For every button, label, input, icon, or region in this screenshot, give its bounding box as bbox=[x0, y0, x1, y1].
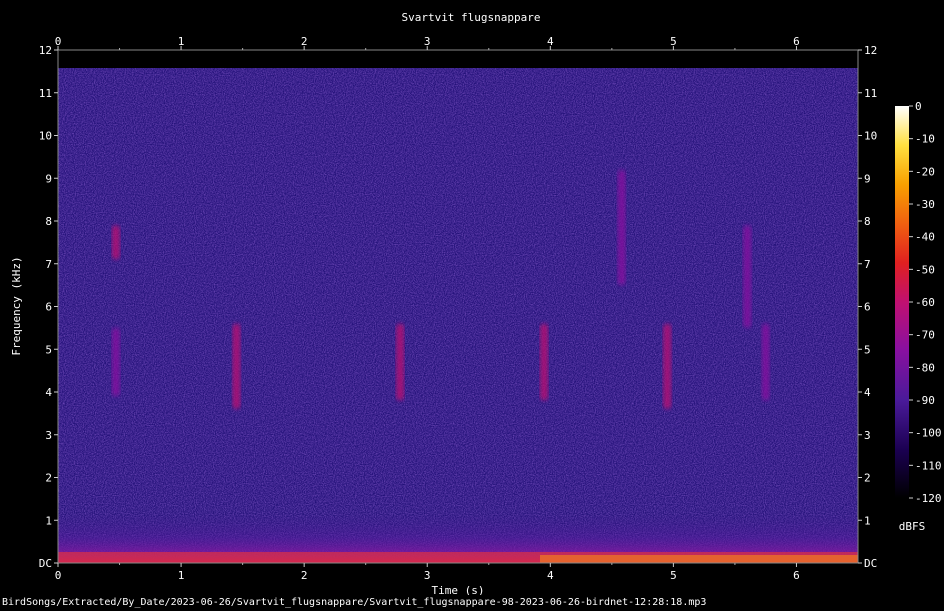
y-tick-label: 4 bbox=[45, 386, 52, 399]
y-tick-label: 6 bbox=[45, 301, 52, 314]
x-tick-label: 4 bbox=[547, 569, 554, 582]
colorbar-tick-label: 0 bbox=[915, 100, 922, 113]
spectrogram-chart: Svartvit flugsnappare 0123456 0123456 DC… bbox=[10, 11, 942, 595]
y-tick-label-right: 6 bbox=[864, 301, 871, 314]
plot-area bbox=[57, 49, 859, 564]
y-tick-label: 2 bbox=[45, 472, 52, 485]
call-mark bbox=[761, 323, 770, 401]
x-tick-label-top: 6 bbox=[793, 35, 800, 48]
y-tick-label-right: 4 bbox=[864, 386, 871, 399]
x-tick-label: 6 bbox=[793, 569, 800, 582]
y-tick-label-right: 3 bbox=[864, 429, 871, 442]
x-ticks-bottom: 0 1 2 3 4 5 6 bbox=[55, 563, 800, 582]
file-path: BirdSongs/Extracted/By_Date/2023-06-26/S… bbox=[2, 597, 707, 608]
colorbar-tick-label: -60 bbox=[915, 296, 935, 309]
y-tick-label: DC bbox=[39, 557, 52, 570]
y-tick-label: 1 bbox=[45, 514, 52, 527]
y-tick-label-right: 5 bbox=[864, 343, 871, 356]
y-tick-label-right: 7 bbox=[864, 258, 871, 271]
x-tick-label-top: 1 bbox=[178, 35, 185, 48]
x-tick-label: 2 bbox=[301, 569, 308, 582]
colorbar-tick-label: -80 bbox=[915, 361, 935, 374]
x-axis-label: Time (s) bbox=[432, 584, 485, 595]
chart-title: Svartvit flugsnappare bbox=[401, 11, 540, 24]
y-tick-label-right: 1 bbox=[864, 514, 871, 527]
y-tick-label-right: DC bbox=[864, 557, 877, 570]
y-tick-label: 7 bbox=[45, 258, 52, 271]
y-tick-label-right: 8 bbox=[864, 215, 871, 228]
call-mark bbox=[743, 225, 752, 328]
colorbar-tick-label: -40 bbox=[915, 231, 935, 244]
colorbar-gradient bbox=[895, 106, 909, 498]
y-tick-label: 11 bbox=[39, 87, 52, 100]
y-tick-label: 5 bbox=[45, 343, 52, 356]
call-mark bbox=[540, 323, 549, 401]
y-tick-label: 12 bbox=[39, 44, 52, 57]
x-tick-label-top: 2 bbox=[301, 35, 308, 48]
colorbar-label: dBFS bbox=[899, 520, 926, 533]
colorbar-tick-label: -120 bbox=[915, 492, 942, 505]
call-mark bbox=[111, 327, 120, 397]
x-tick-label: 5 bbox=[670, 569, 677, 582]
x-tick-label: 0 bbox=[55, 569, 62, 582]
y-ticks-left: DC123456789101112 bbox=[39, 44, 58, 570]
x-tick-label: 1 bbox=[178, 569, 185, 582]
x-tick-label: 3 bbox=[424, 569, 431, 582]
y-tick-label-right: 11 bbox=[864, 87, 877, 100]
y-tick-label: 10 bbox=[39, 130, 52, 143]
call-mark bbox=[111, 225, 120, 260]
y-tick-label: 3 bbox=[45, 429, 52, 442]
call-mark bbox=[663, 323, 672, 410]
colorbar: 0 -10 -20 -30 -40 -50 -60 -70 -80 -90 -100 -110 -120… bbox=[895, 100, 942, 533]
y-tick-label: 8 bbox=[45, 215, 52, 228]
colorbar-tick-label: -50 bbox=[915, 263, 935, 276]
x-tick-label-top: 3 bbox=[424, 35, 431, 48]
y-axis-label: Frequency (kHz) bbox=[10, 256, 23, 355]
y-tick-label-right: 2 bbox=[864, 472, 871, 485]
colorbar-tick-label: -20 bbox=[915, 165, 935, 178]
y-tick-label-right: 12 bbox=[864, 44, 877, 57]
x-tick-label-top: 0 bbox=[55, 35, 62, 48]
spectrogram-noise bbox=[58, 68, 858, 563]
x-tick-label-top: 4 bbox=[547, 35, 554, 48]
colorbar-tick-label: -90 bbox=[915, 394, 935, 407]
x-ticks-top: 0 1 2 3 4 5 6 bbox=[55, 35, 800, 50]
colorbar-tick-label: -30 bbox=[915, 198, 935, 211]
x-tick-label-top: 5 bbox=[670, 35, 677, 48]
call-mark bbox=[617, 169, 626, 286]
call-mark bbox=[232, 323, 241, 410]
spectrogram-dc-hot bbox=[540, 555, 858, 563]
colorbar-tick-label: -110 bbox=[915, 459, 942, 472]
y-tick-label: 9 bbox=[45, 172, 52, 185]
colorbar-tick-label: -70 bbox=[915, 329, 935, 342]
call-mark bbox=[396, 323, 405, 401]
colorbar-tick-label: -10 bbox=[915, 133, 935, 146]
y-tick-label-right: 10 bbox=[864, 130, 877, 143]
y-ticks-right: DC123456789101112 bbox=[858, 44, 877, 570]
colorbar-tick-label: -100 bbox=[915, 427, 942, 440]
y-tick-label-right: 9 bbox=[864, 172, 871, 185]
colorbar-ticks: 0 -10 -20 -30 -40 -50 -60 -70 -80 -90 -100 -110 -120 bbox=[909, 100, 942, 505]
